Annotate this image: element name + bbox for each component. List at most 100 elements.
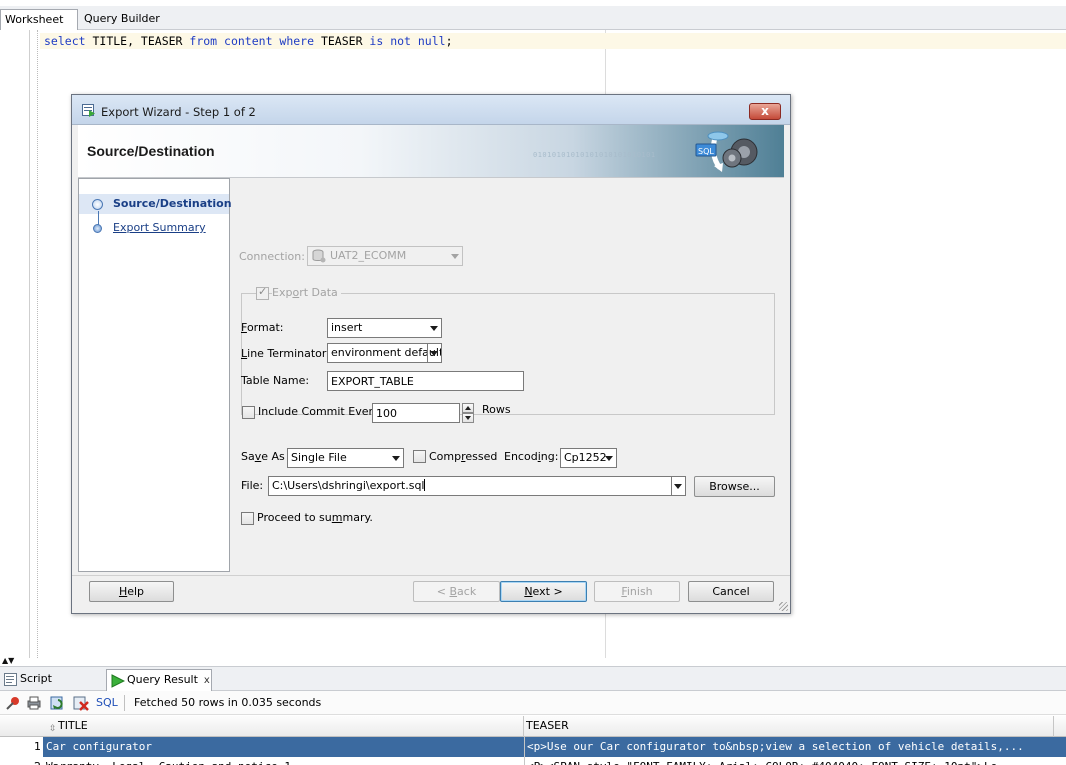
spin-down-icon[interactable] xyxy=(462,413,474,423)
tab-script-output[interactable]: Script Outputx xyxy=(0,669,103,705)
row-number: 2 xyxy=(0,757,43,765)
encoding-select[interactable]: Cp1252 xyxy=(560,448,617,468)
combo-divider xyxy=(427,344,428,362)
back-button[interactable]: < Back xyxy=(413,581,500,602)
source-destination-form: Connection: UAT2_ECOMM Export Data Forma… xyxy=(231,178,785,572)
step-label: Source/Destination xyxy=(113,197,232,210)
export-data-checkbox[interactable] xyxy=(256,285,269,300)
sql-keyword: select xyxy=(44,34,86,48)
export-data-label: Export Data xyxy=(272,286,341,299)
sql-keyword: from content where xyxy=(189,34,315,48)
file-path-combo[interactable]: C:\Users\dshringi\export.sql xyxy=(268,476,686,496)
format-label: Format: xyxy=(241,321,284,334)
cell-teaser[interactable]: <p>Use our Car configurator to&nbsp;view… xyxy=(524,737,1054,757)
include-commit-checkbox[interactable] xyxy=(242,406,255,419)
tab-query-builder[interactable]: Query Builder xyxy=(80,9,164,30)
sql-link[interactable]: SQL xyxy=(96,696,118,709)
print-icon[interactable] xyxy=(26,695,42,711)
compressed-label: Compressed xyxy=(429,450,498,463)
sql-text: TITLE, TEASER xyxy=(85,34,190,48)
save-as-label: Save As xyxy=(241,450,285,463)
editor-tab-bar: Worksheet Query Builder xyxy=(0,6,1066,30)
format-select[interactable]: insert xyxy=(327,318,442,338)
save-as-value: Single File xyxy=(291,451,347,464)
cell-title[interactable]: Warranty, Legal, Caution and notice 1 xyxy=(46,757,522,765)
sort-icon: ⇳ xyxy=(49,724,57,734)
pending-step-icon xyxy=(93,224,102,233)
commit-rows-input[interactable] xyxy=(372,403,460,423)
chevron-down-icon xyxy=(430,351,438,356)
line-terminator-select[interactable]: environment default xyxy=(327,343,442,363)
banner-binary-text: 01010101010101010101010101 xyxy=(533,151,656,159)
table-row[interactable]: 2 Warranty, Legal, Caution and notice 1 … xyxy=(0,757,1066,765)
sql-text: ; xyxy=(445,34,453,48)
pin-icon[interactable] xyxy=(5,695,21,711)
export-wizard-dialog: Export Wizard - Step 1 of 2 x Source/Des… xyxy=(71,94,791,614)
splitter-arrows-icon[interactable]: ▲▼ xyxy=(2,657,14,665)
column-label: TEASER xyxy=(526,719,569,732)
close-icon: x xyxy=(761,104,769,118)
sql-statement-line[interactable]: select TITLE, TEASER from content where … xyxy=(40,33,1066,49)
export-wizard-icon xyxy=(82,104,95,117)
step-label: Export Summary xyxy=(113,221,206,234)
text-cursor xyxy=(424,479,426,491)
run-query-icon xyxy=(111,674,125,688)
cell-title[interactable]: Car configurator xyxy=(46,737,522,757)
spinner-buttons xyxy=(462,403,474,423)
browse-button[interactable]: Browse... xyxy=(694,476,775,497)
cancel-button[interactable]: Cancel xyxy=(688,581,774,602)
proceed-to-summary-checkbox[interactable] xyxy=(241,512,254,525)
fetch-status-text: Fetched 50 rows in 0.035 seconds xyxy=(134,696,322,709)
wizard-step-heading: Source/Destination xyxy=(87,143,215,159)
result-grid-header: ⇳ TITLE TEASER xyxy=(0,716,1066,737)
line-terminator-value: environment default xyxy=(331,346,442,359)
svg-text:SQL: SQL xyxy=(698,147,714,156)
save-as-select[interactable]: Single File xyxy=(287,448,404,468)
dialog-titlebar[interactable]: Export Wizard - Step 1 of 2 x xyxy=(72,95,790,125)
table-row[interactable]: 1 Car configurator <p>Use our Car config… xyxy=(0,737,1066,757)
connection-label: Connection: xyxy=(239,250,305,263)
table-name-input[interactable] xyxy=(327,371,524,391)
tab-worksheet[interactable]: Worksheet xyxy=(0,9,78,30)
spin-up-icon[interactable] xyxy=(462,403,474,413)
close-icon[interactable]: x xyxy=(204,675,210,686)
commit-rows-spinner[interactable] xyxy=(372,403,474,423)
resize-grip-icon[interactable] xyxy=(779,602,788,611)
sql-keyword: is not null xyxy=(369,34,446,48)
cell-teaser[interactable]: <P><SPAN style="FONT-FAMILY: Arial; COLO… xyxy=(524,757,1054,765)
refresh-data-icon[interactable] xyxy=(50,695,66,711)
format-value: insert xyxy=(331,321,363,334)
footer-separator xyxy=(72,575,790,576)
close-button[interactable]: x xyxy=(749,103,781,120)
help-button[interactable]: Help xyxy=(89,581,174,602)
connection-value: UAT2_ECOMM xyxy=(330,249,407,262)
column-header-teaser[interactable]: TEASER xyxy=(524,716,1054,737)
chevron-down-icon xyxy=(392,456,400,461)
column-header-title[interactable]: ⇳ TITLE xyxy=(46,716,524,737)
rows-label: Rows xyxy=(482,403,511,416)
dialog-title: Export Wizard - Step 1 of 2 xyxy=(101,105,256,119)
proceed-to-summary-label: Proceed to summary. xyxy=(257,511,373,524)
step-source-destination[interactable]: Source/Destination xyxy=(79,194,232,214)
current-step-icon xyxy=(92,199,103,210)
fold-guide xyxy=(37,30,38,658)
compressed-checkbox[interactable] xyxy=(413,450,426,463)
delete-rows-icon[interactable] xyxy=(73,695,89,711)
tab-query-result[interactable]: Query Result x xyxy=(106,669,212,691)
tab-label: Query Result xyxy=(127,673,198,686)
query-result-toolbar: SQL Fetched 50 rows in 0.035 seconds xyxy=(0,691,1066,715)
next-button[interactable]: Next > xyxy=(500,581,587,602)
output-tab-bar: Script Outputx Query Result x xyxy=(0,666,1066,705)
toolbar-separator xyxy=(124,695,125,711)
chevron-down-icon xyxy=(605,456,613,461)
table-name-label: Table Name: xyxy=(241,374,310,387)
line-gutter xyxy=(0,30,30,658)
wizard-steps-panel: Source/Destination Export Summary xyxy=(78,178,232,572)
step-export-summary[interactable]: Export Summary xyxy=(79,218,229,238)
connection-select[interactable]: UAT2_ECOMM xyxy=(307,246,463,266)
combo-divider xyxy=(671,477,672,495)
wizard-banner: Source/Destination 010101010101010101010… xyxy=(78,125,784,178)
finish-button[interactable]: Finish xyxy=(594,581,680,602)
sql-text: TEASER xyxy=(314,34,370,48)
column-label: TITLE xyxy=(58,719,88,732)
